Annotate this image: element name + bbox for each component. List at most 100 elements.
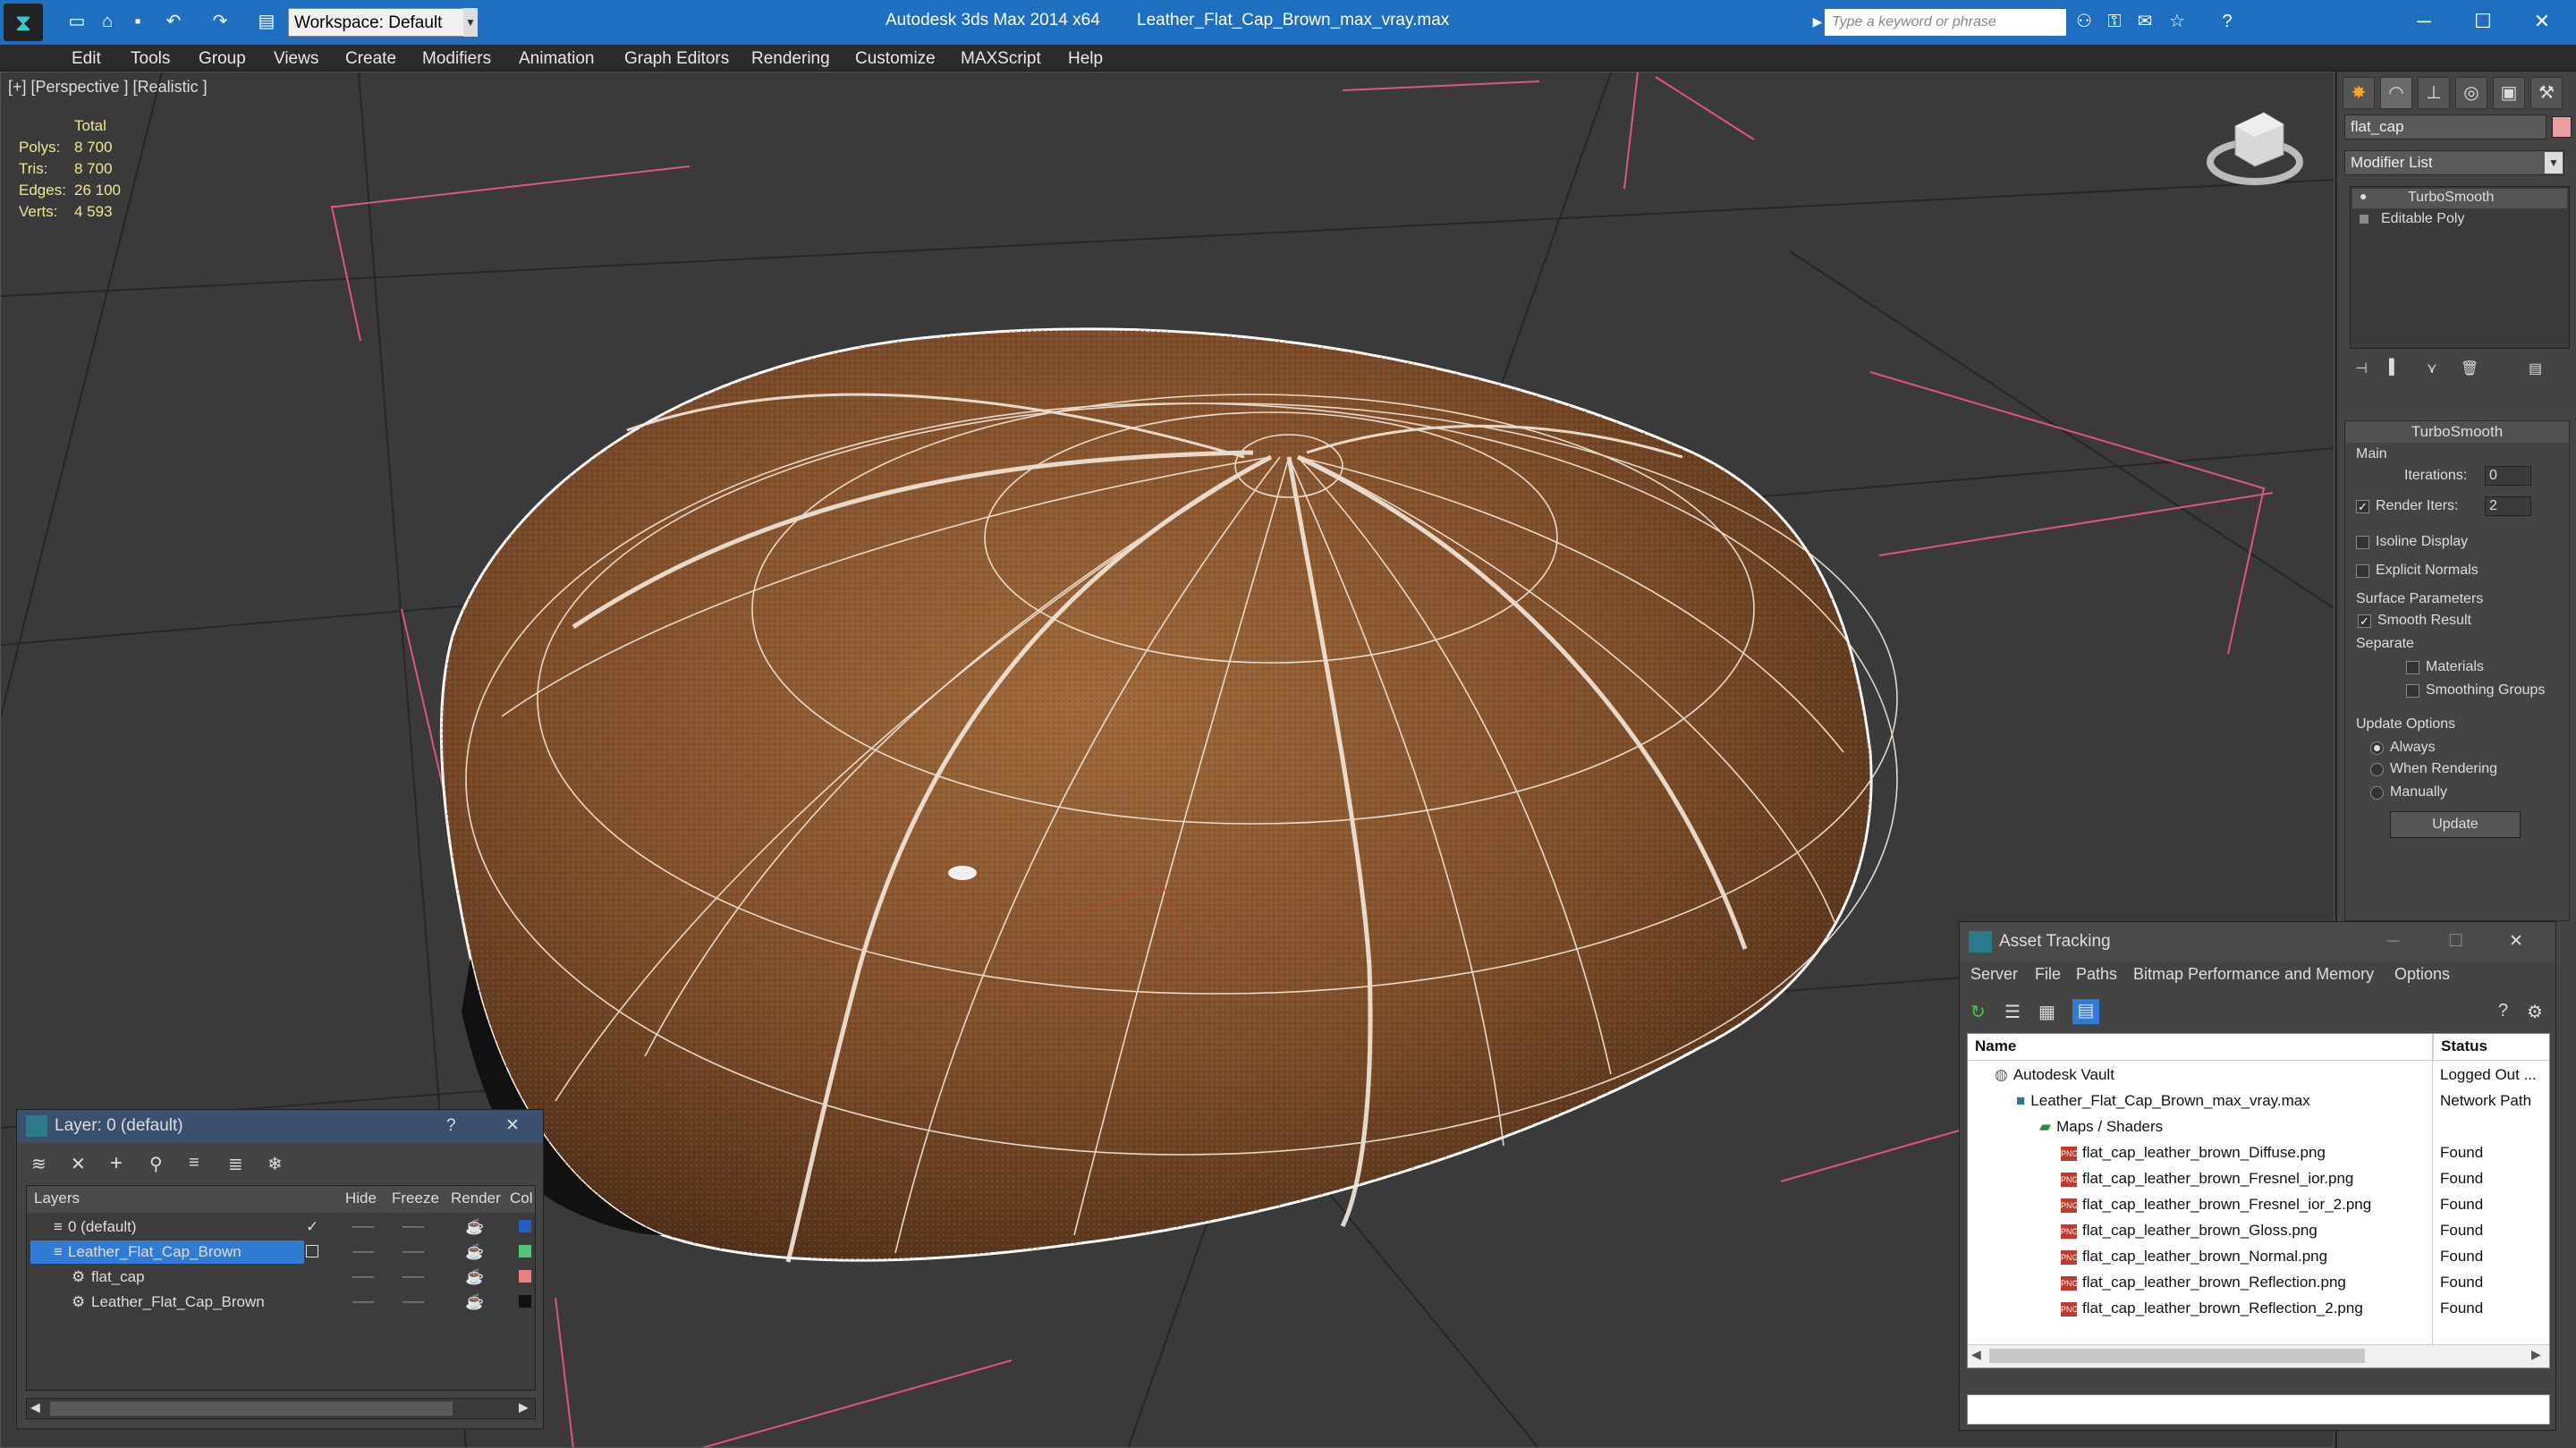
freeze-all-icon[interactable]: ❄ [267,1153,283,1175]
object-color-swatch[interactable] [519,1295,531,1308]
configure-sets-icon[interactable]: ▤ [2529,360,2542,377]
column-divider[interactable] [2432,1034,2433,1368]
layer-color-swatch[interactable] [519,1245,531,1257]
make-unique-icon[interactable]: ⋎ [2427,360,2437,377]
scroll-thumb[interactable] [50,1401,453,1416]
scroll-right-icon[interactable]: ▶ [519,1400,529,1415]
materials-checkbox[interactable] [2406,661,2419,674]
scroll-thumb[interactable] [1989,1349,2365,1363]
manually-radio[interactable] [2370,786,2384,800]
when-rendering-radio[interactable] [2370,763,2384,776]
menu-views[interactable]: Views [274,49,318,69]
update-button[interactable]: Update [2390,811,2521,838]
hide-toggle[interactable]: ── [352,1215,374,1240]
object-row[interactable]: ⚙ Leather_Flat_Cap_Brown ── ── ☕ [27,1290,535,1315]
help-icon[interactable]: ? [2215,9,2240,34]
menu-modifiers[interactable]: Modifiers [422,49,491,69]
column-hide[interactable]: Hide [345,1186,377,1211]
menu-tools[interactable]: Tools [131,49,170,69]
expand-icon[interactable] [2360,215,2368,224]
stack-item-turbosmooth[interactable]: ● TurboSmooth [2352,189,2567,208]
iterations-spinner[interactable]: 0 [2485,466,2531,486]
delete-layer-icon[interactable]: ✕ [71,1153,86,1175]
modify-tab-icon[interactable]: ◠ [2380,77,2412,109]
scroll-left-icon[interactable]: ◀ [30,1400,40,1415]
teapot-icon[interactable]: ☕ [465,1240,484,1265]
close-icon[interactable]: ✕ [2509,922,2523,961]
menu-rendering[interactable]: Rendering [751,49,830,69]
select-objects-icon[interactable]: ⚲ [149,1153,163,1175]
menu-create[interactable]: Create [345,49,396,69]
explicit-normals-checkbox[interactable] [2356,564,2369,578]
menu-server[interactable]: Server [1970,965,2018,984]
make-active-box[interactable] [306,1245,318,1257]
scroll-right-icon[interactable]: ▶ [2531,1347,2541,1362]
freeze-toggle[interactable]: ── [402,1290,424,1315]
freeze-toggle[interactable]: ── [402,1215,424,1240]
redo-icon[interactable]: ↷ [208,9,233,34]
minimize-icon[interactable]: ─ [2387,922,2399,961]
column-color[interactable]: Col [510,1186,533,1211]
horizontal-scrollbar[interactable]: ◀ ▶ [26,1398,536,1419]
menu-help[interactable]: Help [1068,49,1103,69]
show-end-result-icon[interactable]: ▌ [2389,360,2399,376]
open-file-icon[interactable]: ⌂ [95,9,120,34]
asset-row[interactable]: PNG flat_cap_leather_brown_Diffuse.png Fo… [1968,1140,2549,1166]
active-check-icon[interactable]: ✓ [306,1215,318,1240]
search-input[interactable]: Type a keyword or phrase [1825,9,2066,36]
layer-color-swatch[interactable] [519,1220,531,1232]
highlight-layer-icon[interactable]: ≡ [189,1153,199,1173]
chevron-down-icon[interactable]: ▼ [2545,152,2563,174]
minimize-icon[interactable]: ─ [2397,4,2451,39]
new-layer-icon[interactable]: ≋ [31,1153,47,1175]
close-icon[interactable]: ✕ [2515,4,2569,39]
motion-tab-icon[interactable]: ◎ [2455,77,2487,109]
always-radio[interactable] [2370,741,2384,755]
lightbulb-icon[interactable]: ● [2360,189,2367,203]
grid-view-icon[interactable]: ▤ [2072,999,2099,1024]
asset-row[interactable]: PNG flat_cap_leather_brown_Reflection_2.p… [1968,1296,2549,1322]
isoline-checkbox[interactable] [2356,536,2369,549]
chevron-down-icon[interactable]: ▼ [463,8,478,37]
scroll-left-icon[interactable]: ◀ [1971,1347,1981,1362]
menu-customize[interactable]: Customize [855,49,936,69]
asset-row[interactable]: PNG flat_cap_leather_brown_Reflection.png… [1968,1270,2549,1296]
hierarchy-tab-icon[interactable]: ⊥ [2418,77,2450,109]
menu-edit[interactable]: Edit [72,49,101,69]
column-status[interactable]: Status [2433,1034,2487,1059]
maximize-icon[interactable]: ☐ [2456,4,2510,39]
asset-tracking-title[interactable]: Asset Tracking ─ ☐ ✕ [1960,922,2555,961]
hide-toggle[interactable]: ── [352,1240,374,1265]
layer-row-selected[interactable]: ≡ Leather_Flat_Cap_Brown ── ── ☕ [27,1240,535,1265]
menu-bitmap-performance[interactable]: Bitmap Performance and Memory [2133,965,2374,984]
teapot-icon[interactable]: ☕ [465,1215,484,1240]
modifier-list-dropdown[interactable]: Modifier List [2344,150,2564,175]
object-name-field[interactable]: flat_cap [2344,114,2546,140]
menu-graph-editors[interactable]: Graph Editors [624,49,729,69]
asset-row[interactable]: ◍ Autodesk Vault Logged Out ... [1968,1063,2549,1088]
teapot-icon[interactable]: ☕ [465,1290,484,1315]
object-row[interactable]: ⚙ flat_cap ── ── ☕ [27,1265,535,1290]
star-icon[interactable]: ☆ [2165,9,2190,34]
menu-options[interactable]: Options [2394,965,2450,984]
menu-maxscript[interactable]: MAXScript [961,49,1041,69]
table-view-icon[interactable]: ▦ [2038,1001,2055,1023]
add-to-layer-icon[interactable]: + [110,1151,123,1176]
list-view-icon[interactable]: ☰ [2004,1001,2021,1023]
hide-toggle[interactable]: ── [352,1265,374,1290]
help-icon[interactable]: ? [446,1110,456,1142]
flat-cap-model[interactable] [439,327,1898,1263]
utilities-tab-icon[interactable]: ⚒ [2530,77,2563,109]
menu-group[interactable]: Group [199,49,246,69]
render-iters-spinner[interactable]: 2 [2485,496,2531,516]
project-folder-icon[interactable]: ▤ [254,9,279,34]
smooth-result-checkbox[interactable]: ✓ [2358,614,2371,628]
remove-modifier-icon[interactable]: 🗑 [2461,360,2479,377]
column-freeze[interactable]: Freeze [392,1186,439,1211]
hide-toggle[interactable]: ── [352,1290,374,1315]
maximize-icon[interactable]: ☐ [2448,922,2463,961]
help-icon[interactable]: ? [2498,1001,2508,1021]
layer-row[interactable]: ≡ 0 (default) ✓ ── ── ☕ [27,1215,535,1240]
asset-path-field[interactable] [1967,1394,2550,1425]
column-layers[interactable]: Layers [34,1186,80,1211]
